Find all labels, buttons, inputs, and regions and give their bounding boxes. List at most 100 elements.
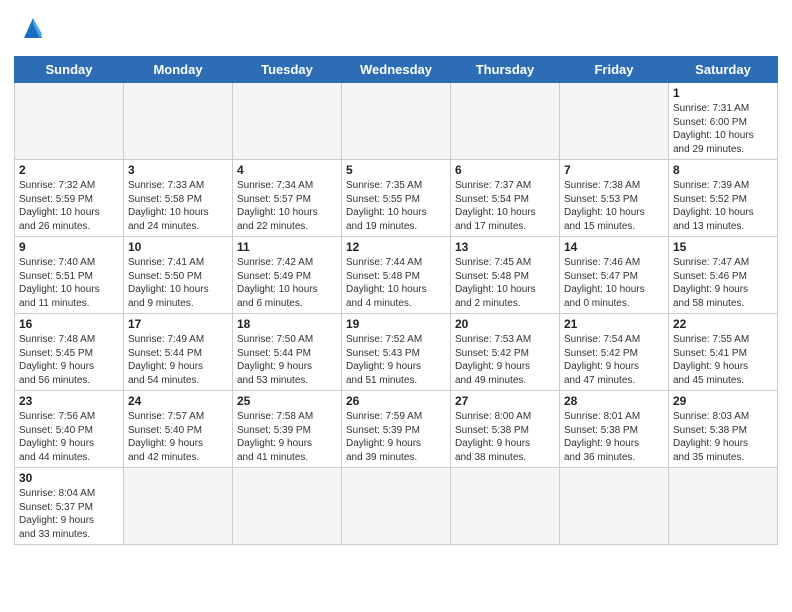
calendar-week-row: 1Sunrise: 7:31 AM Sunset: 6:00 PM Daylig… — [15, 83, 778, 160]
calendar-day-cell: 22Sunrise: 7:55 AM Sunset: 5:41 PM Dayli… — [669, 314, 778, 391]
calendar-day-cell: 25 Sunrise: 7:58 AM Sunset: 5:39 PM Dayli… — [233, 391, 342, 468]
calendar-day-cell: 11 Sunrise: 7:42 AM Sunset: 5:49 PM Dayli… — [233, 237, 342, 314]
day-number: 25 — [237, 394, 337, 408]
day-info: Sunrise: 7:37 AM Sunset: 5:54 PM Dayligh… — [455, 179, 555, 233]
calendar-day-cell: 23 Sunrise: 7:56 AM Sunset: 5:40 PM Dayli… — [15, 391, 124, 468]
calendar-day-cell — [451, 83, 560, 160]
day-info: Sunrise: 7:33 AM Sunset: 5:58 PM Dayligh… — [128, 179, 228, 233]
calendar-day-cell — [233, 83, 342, 160]
day-info: Sunrise: 7:59 AM Sunset: 5:39 PM Dayligh… — [346, 410, 446, 464]
calendar-week-row: 16 Sunrise: 7:48 AM Sunset: 5:45 PM Dayli… — [15, 314, 778, 391]
day-info: Sunrise: 7:31 AM Sunset: 6:00 PM Dayligh… — [673, 102, 773, 156]
day-info: Sunrise: 7:44 AM Sunset: 5:48 PM Dayligh… — [346, 256, 446, 310]
day-info: Sunrise: 7:39 AM Sunset: 5:52 PM Dayligh… — [673, 179, 773, 233]
day-number: 30 — [19, 471, 119, 485]
calendar-day-cell: 15 Sunrise: 7:47 AM Sunset: 5:46 PM Dayli… — [669, 237, 778, 314]
day-number: 19 — [346, 317, 446, 331]
calendar-day-cell — [15, 83, 124, 160]
weekday-header-wednesday: Wednesday — [342, 57, 451, 83]
calendar-day-cell — [560, 83, 669, 160]
logo — [14, 10, 56, 48]
day-info: Sunrise: 7:38 AM Sunset: 5:53 PM Dayligh… — [564, 179, 664, 233]
day-info: Sunrise: 7:52 AM Sunset: 5:43 PM Dayligh… — [346, 333, 446, 387]
calendar-table: SundayMondayTuesdayWednesdayThursdayFrid… — [14, 56, 778, 545]
day-info: Sunrise: 7:40 AM Sunset: 5:51 PM Dayligh… — [19, 256, 119, 310]
day-number: 14 — [564, 240, 664, 254]
calendar-day-cell: 5Sunrise: 7:35 AM Sunset: 5:55 PM Daylig… — [342, 160, 451, 237]
calendar-day-cell: 4 Sunrise: 7:34 AM Sunset: 5:57 PM Daylig… — [233, 160, 342, 237]
calendar-day-cell: 21 Sunrise: 7:54 AM Sunset: 5:42 PM Dayli… — [560, 314, 669, 391]
day-number: 20 — [455, 317, 555, 331]
weekday-header-row: SundayMondayTuesdayWednesdayThursdayFrid… — [15, 57, 778, 83]
weekday-header-thursday: Thursday — [451, 57, 560, 83]
day-number: 28 — [564, 394, 664, 408]
day-number: 7 — [564, 163, 664, 177]
calendar-day-cell: 6 Sunrise: 7:37 AM Sunset: 5:54 PM Daylig… — [451, 160, 560, 237]
day-info: Sunrise: 7:42 AM Sunset: 5:49 PM Dayligh… — [237, 256, 337, 310]
calendar-day-cell — [124, 468, 233, 545]
calendar-week-row: 9 Sunrise: 7:40 AM Sunset: 5:51 PM Daylig… — [15, 237, 778, 314]
day-number: 9 — [19, 240, 119, 254]
day-number: 10 — [128, 240, 228, 254]
day-number: 27 — [455, 394, 555, 408]
calendar-day-cell: 10 Sunrise: 7:41 AM Sunset: 5:50 PM Dayli… — [124, 237, 233, 314]
logo-icon — [14, 10, 52, 48]
calendar-day-cell: 18 Sunrise: 7:50 AM Sunset: 5:44 PM Dayli… — [233, 314, 342, 391]
day-number: 23 — [19, 394, 119, 408]
day-info: Sunrise: 7:34 AM Sunset: 5:57 PM Dayligh… — [237, 179, 337, 233]
day-info: Sunrise: 7:55 AM Sunset: 5:41 PM Dayligh… — [673, 333, 773, 387]
calendar-day-cell: 14 Sunrise: 7:46 AM Sunset: 5:47 PM Dayli… — [560, 237, 669, 314]
day-number: 3 — [128, 163, 228, 177]
calendar-day-cell: 3 Sunrise: 7:33 AM Sunset: 5:58 PM Daylig… — [124, 160, 233, 237]
calendar-day-cell: 30 Sunrise: 8:04 AM Sunset: 5:37 PM Dayli… — [15, 468, 124, 545]
calendar-day-cell: 12Sunrise: 7:44 AM Sunset: 5:48 PM Dayli… — [342, 237, 451, 314]
day-info: Sunrise: 7:47 AM Sunset: 5:46 PM Dayligh… — [673, 256, 773, 310]
day-info: Sunrise: 7:48 AM Sunset: 5:45 PM Dayligh… — [19, 333, 119, 387]
calendar-day-cell: 29 Sunrise: 8:03 AM Sunset: 5:38 PM Dayli… — [669, 391, 778, 468]
day-info: Sunrise: 8:03 AM Sunset: 5:38 PM Dayligh… — [673, 410, 773, 464]
calendar-day-cell — [124, 83, 233, 160]
calendar-day-cell: 7 Sunrise: 7:38 AM Sunset: 5:53 PM Daylig… — [560, 160, 669, 237]
day-number: 16 — [19, 317, 119, 331]
day-info: Sunrise: 7:54 AM Sunset: 5:42 PM Dayligh… — [564, 333, 664, 387]
calendar-week-row: 2 Sunrise: 7:32 AM Sunset: 5:59 PM Daylig… — [15, 160, 778, 237]
day-number: 2 — [19, 163, 119, 177]
day-info: Sunrise: 7:58 AM Sunset: 5:39 PM Dayligh… — [237, 410, 337, 464]
weekday-header-friday: Friday — [560, 57, 669, 83]
calendar-day-cell: 8 Sunrise: 7:39 AM Sunset: 5:52 PM Daylig… — [669, 160, 778, 237]
day-number: 29 — [673, 394, 773, 408]
calendar-day-cell: 1Sunrise: 7:31 AM Sunset: 6:00 PM Daylig… — [669, 83, 778, 160]
day-number: 21 — [564, 317, 664, 331]
day-number: 13 — [455, 240, 555, 254]
day-info: Sunrise: 8:04 AM Sunset: 5:37 PM Dayligh… — [19, 487, 119, 541]
day-info: Sunrise: 7:41 AM Sunset: 5:50 PM Dayligh… — [128, 256, 228, 310]
day-info: Sunrise: 7:53 AM Sunset: 5:42 PM Dayligh… — [455, 333, 555, 387]
calendar-day-cell — [342, 83, 451, 160]
day-number: 24 — [128, 394, 228, 408]
calendar-week-row: 30 Sunrise: 8:04 AM Sunset: 5:37 PM Dayli… — [15, 468, 778, 545]
calendar-day-cell — [233, 468, 342, 545]
day-number: 4 — [237, 163, 337, 177]
day-info: Sunrise: 7:49 AM Sunset: 5:44 PM Dayligh… — [128, 333, 228, 387]
calendar-day-cell: 19 Sunrise: 7:52 AM Sunset: 5:43 PM Dayli… — [342, 314, 451, 391]
day-number: 6 — [455, 163, 555, 177]
day-number: 18 — [237, 317, 337, 331]
day-info: Sunrise: 7:32 AM Sunset: 5:59 PM Dayligh… — [19, 179, 119, 233]
day-number: 8 — [673, 163, 773, 177]
calendar-day-cell — [669, 468, 778, 545]
day-info: Sunrise: 7:46 AM Sunset: 5:47 PM Dayligh… — [564, 256, 664, 310]
day-info: Sunrise: 7:56 AM Sunset: 5:40 PM Dayligh… — [19, 410, 119, 464]
page: SundayMondayTuesdayWednesdayThursdayFrid… — [0, 0, 792, 612]
calendar-day-cell: 9 Sunrise: 7:40 AM Sunset: 5:51 PM Daylig… — [15, 237, 124, 314]
calendar-day-cell: 28Sunrise: 8:01 AM Sunset: 5:38 PM Dayli… — [560, 391, 669, 468]
weekday-header-tuesday: Tuesday — [233, 57, 342, 83]
day-number: 15 — [673, 240, 773, 254]
weekday-header-sunday: Sunday — [15, 57, 124, 83]
calendar-week-row: 23 Sunrise: 7:56 AM Sunset: 5:40 PM Dayli… — [15, 391, 778, 468]
day-number: 26 — [346, 394, 446, 408]
day-number: 11 — [237, 240, 337, 254]
calendar-day-cell — [560, 468, 669, 545]
calendar-day-cell — [342, 468, 451, 545]
day-info: Sunrise: 7:50 AM Sunset: 5:44 PM Dayligh… — [237, 333, 337, 387]
day-info: Sunrise: 7:45 AM Sunset: 5:48 PM Dayligh… — [455, 256, 555, 310]
